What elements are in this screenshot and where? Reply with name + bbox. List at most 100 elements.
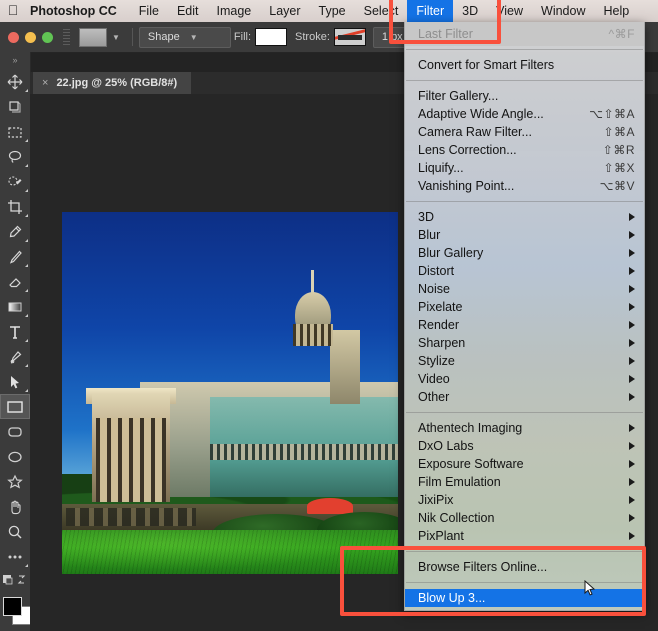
menu-item-vanishing-point[interactable]: Vanishing Point... ⌥⌘V (405, 177, 644, 195)
gradient-tool[interactable] (0, 294, 30, 319)
shape-mode-dropdown[interactable]: Shape ▼ (138, 26, 231, 48)
menubar-item-3d[interactable]: 3D (453, 0, 487, 22)
move-tool[interactable] (0, 69, 30, 94)
menubar-item-help[interactable]: Help (595, 0, 639, 22)
menu-item-film-emulation[interactable]: Film Emulation (405, 473, 644, 491)
custom-shape-tool[interactable] (0, 469, 30, 494)
menu-item-stylize[interactable]: Stylize (405, 352, 644, 370)
window-controls (0, 31, 62, 43)
submenu-arrow-icon (629, 514, 635, 522)
submenu-arrow-icon (629, 442, 635, 450)
submenu-arrow-icon (629, 213, 635, 221)
stroke-label: Stroke: (295, 31, 330, 43)
menu-item-label: Distort (418, 264, 455, 278)
menu-divider (406, 49, 643, 50)
menu-item-filter-gallery[interactable]: Filter Gallery... (405, 87, 644, 105)
tool-more-triangle-icon (25, 364, 28, 367)
menu-item-pixelate[interactable]: Pixelate (405, 298, 644, 316)
menu-item-pixplant[interactable]: PixPlant (405, 527, 644, 545)
menu-item-3d[interactable]: 3D (405, 208, 644, 226)
menu-item-label: Liquify... (418, 161, 464, 175)
zoom-tool[interactable] (0, 519, 30, 544)
menu-item-dxo-labs[interactable]: DxO Labs (405, 437, 644, 455)
menu-item-label: DxO Labs (418, 439, 474, 453)
menu-divider (406, 412, 643, 413)
artboard-tool[interactable] (0, 94, 30, 119)
menu-item-label: 3D (418, 210, 434, 224)
hand-tool[interactable] (0, 494, 30, 519)
quick-mask-toggle[interactable] (0, 569, 30, 591)
rounded-rectangle-tool[interactable] (0, 419, 30, 444)
color-swatches[interactable] (0, 595, 31, 627)
filter-menu[interactable]: Last Filter ^⌘F Convert for Smart Filter… (404, 22, 645, 611)
menu-item-adaptive-wide-angle[interactable]: Adaptive Wide Angle... ⌥⇧⌘A (405, 105, 644, 123)
menubar-item-photoshop[interactable]: Photoshop CC (26, 0, 130, 22)
menu-item-shortcut: ^⌘F (608, 27, 635, 41)
menu-item-exposure-software[interactable]: Exposure Software (405, 455, 644, 473)
crop-tool[interactable] (0, 194, 30, 219)
lasso-tool[interactable] (0, 144, 30, 169)
edit-toolbar-tool[interactable] (0, 544, 30, 569)
stroke-color-swatch[interactable] (333, 28, 366, 46)
document-tab[interactable]: × 22.jpg @ 25% (RGB/8#) (33, 72, 192, 94)
path-selection-tool[interactable] (0, 369, 30, 394)
eyedropper-tool[interactable] (0, 219, 30, 244)
menu-item-label: Blur (418, 228, 441, 242)
menubar-item-type[interactable]: Type (310, 0, 355, 22)
menubar-item-layer[interactable]: Layer (260, 0, 309, 22)
maximize-window-button[interactable] (42, 31, 53, 43)
minimize-window-button[interactable] (25, 31, 36, 43)
menu-item-blur-gallery[interactable]: Blur Gallery (405, 244, 644, 262)
eraser-tool[interactable] (0, 269, 30, 294)
pen-tool[interactable] (0, 344, 30, 369)
menu-divider (406, 201, 643, 202)
menu-item-blow-up-3[interactable]: Blow Up 3... (405, 589, 644, 607)
menu-item-browse-filters-online[interactable]: Browse Filters Online... (405, 558, 644, 576)
close-icon[interactable]: × (42, 77, 48, 89)
menu-item-render[interactable]: Render (405, 316, 644, 334)
dome (287, 270, 339, 346)
rectangular-marquee-tool[interactable] (0, 119, 30, 144)
image-canvas[interactable] (62, 212, 398, 574)
menubar-item-window[interactable]: Window (532, 0, 594, 22)
tool-preset-picker[interactable] (79, 27, 107, 47)
type-tool[interactable] (0, 319, 30, 344)
options-bar-grip[interactable] (63, 24, 70, 50)
toolbar-expand-icon[interactable]: » (0, 52, 30, 69)
menu-item-sharpen[interactable]: Sharpen (405, 334, 644, 352)
menubar-item-filter[interactable]: Filter (407, 0, 454, 22)
menu-item-nik-collection[interactable]: Nik Collection (405, 509, 644, 527)
menu-item-lens-correction[interactable]: Lens Correction... ⇧⌘R (405, 141, 644, 159)
submenu-arrow-icon (629, 339, 635, 347)
menu-item-distort[interactable]: Distort (405, 262, 644, 280)
menubar-item-select[interactable]: Select (355, 0, 408, 22)
fill-color-swatch[interactable] (255, 28, 288, 46)
quick-selection-tool[interactable] (0, 169, 30, 194)
menu-item-noise[interactable]: Noise (405, 280, 644, 298)
menu-item-label: Sharpen (418, 336, 466, 350)
menubar-item-view[interactable]: View (487, 0, 532, 22)
foreground-color-swatch[interactable] (3, 597, 22, 616)
menubar-item-edit[interactable]: Edit (168, 0, 208, 22)
close-window-button[interactable] (8, 31, 19, 43)
menu-item-video[interactable]: Video (405, 370, 644, 388)
rectangle-tool[interactable] (0, 394, 30, 419)
brush-tool[interactable] (0, 244, 30, 269)
menu-item-athentech-imaging[interactable]: Athentech Imaging (405, 419, 644, 437)
menu-item-camera-raw-filter[interactable]: Camera Raw Filter... ⇧⌘A (405, 123, 644, 141)
apple-logo-icon[interactable]:  (0, 3, 26, 19)
ellipse-tool[interactable] (0, 444, 30, 469)
tool-preset-chevron-icon[interactable]: ▼ (112, 33, 120, 42)
menu-item-blur[interactable]: Blur (405, 226, 644, 244)
menu-item-jixipix[interactable]: JixiPix (405, 491, 644, 509)
menu-item-label: Nik Collection (418, 511, 495, 525)
menu-item-other[interactable]: Other (405, 388, 644, 406)
menu-item-label: Blow Up 3... (418, 591, 486, 605)
screen-mode-toggle[interactable] (0, 627, 30, 631)
menubar-item-file[interactable]: File (130, 0, 168, 22)
menubar-item-image[interactable]: Image (208, 0, 261, 22)
portico-columns (96, 418, 166, 502)
menu-item-last-filter: Last Filter ^⌘F (405, 25, 644, 43)
menu-item-liquify[interactable]: Liquify... ⇧⌘X (405, 159, 644, 177)
menu-item-convert-for-smart-filters[interactable]: Convert for Smart Filters (405, 56, 644, 74)
